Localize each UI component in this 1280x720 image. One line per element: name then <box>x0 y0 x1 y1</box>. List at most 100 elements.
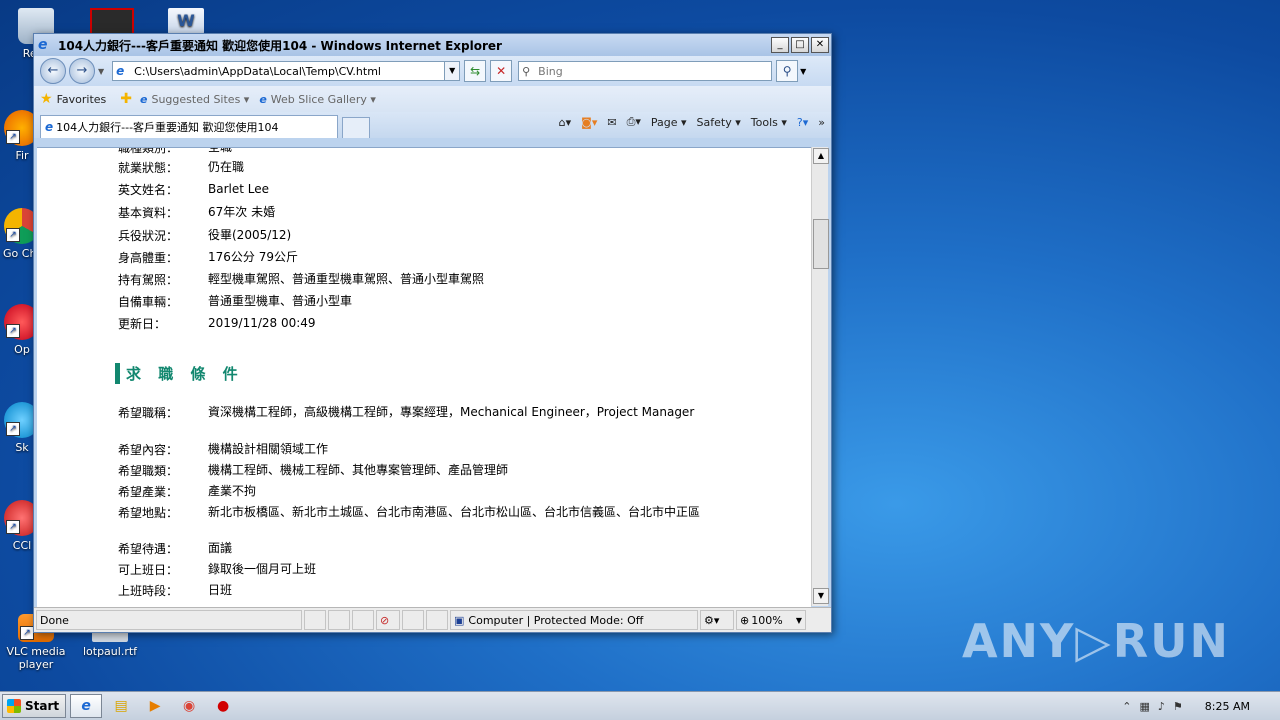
tab-page-icon: e <box>45 120 54 134</box>
address-input[interactable]: C:\Users\admin\AppData\Local\Temp\CV.htm… <box>134 65 444 78</box>
computer-zone-icon: ▣ <box>454 613 465 627</box>
taskbar-chrome-icon[interactable]: ◉ <box>174 695 204 717</box>
close-button[interactable]: ✕ <box>811 37 829 53</box>
row-label: 身高體重： <box>118 251 179 265</box>
taskbar: Start e ▤ ▶ ◉ ● ⌃ ▦ ♪ ⚑ 8:25 AM <box>0 691 1280 720</box>
row-value: 役畢(2005/12) <box>208 228 292 242</box>
zoom-level: 100% <box>751 613 783 627</box>
protected-mode-icon[interactable]: ⚙▾ <box>700 610 734 630</box>
back-button[interactable]: ← <box>40 58 66 84</box>
maximize-button[interactable]: □ <box>791 37 809 53</box>
row-value: 資深機構工程師，高級機構工程師，專案經理，Mechanical Engineer… <box>208 405 695 419</box>
window-title: 104人力銀行---客戶重要通知 歡迎您使用104 - Windows Inte… <box>58 38 502 53</box>
search-options-icon[interactable]: ▼ <box>800 67 806 76</box>
status-text: Done <box>36 610 302 630</box>
zoom-icon: ⊕ <box>740 613 750 627</box>
title-bar[interactable]: e 104人力銀行---客戶重要通知 歡迎您使用104 - Windows In… <box>34 34 831 56</box>
ie-window[interactable]: e 104人力銀行---客戶重要通知 歡迎您使用104 - Windows In… <box>33 33 832 633</box>
profile-row: 就業狀態： 仍在職 <box>118 159 738 176</box>
row-value: 機構設計相關領域工作 <box>208 442 329 456</box>
address-dropdown-icon[interactable]: ▼ <box>444 62 460 80</box>
web-slice-gallery-link[interactable]: Web Slice Gallery ▾ <box>271 93 376 106</box>
search-button[interactable]: ⚲ <box>776 60 799 82</box>
status-segment <box>328 610 350 630</box>
job-condition-row: 希望內容： 機構設計相關領域工作 <box>118 441 738 458</box>
row-label: 持有駕照： <box>118 273 179 287</box>
section-title: 求 職 條 件 <box>115 363 244 384</box>
add-favorite-icon[interactable]: ✚ <box>120 91 132 107</box>
read-mail-icon[interactable]: ✉ <box>607 116 616 129</box>
scroll-thumb[interactable] <box>813 219 829 269</box>
job-condition-row: 上班時段： 日班 <box>118 582 738 599</box>
profile-row: 更新日： 2019/11/28 00:49 <box>118 315 738 332</box>
taskbar-avast-icon[interactable]: ● <box>208 695 238 717</box>
profile-row: 自備車輛： 普通重型機車、普通小型車 <box>118 293 738 310</box>
suggested-sites-link[interactable]: Suggested Sites ▾ <box>151 93 249 106</box>
new-tab-button[interactable] <box>342 117 370 138</box>
help-icon[interactable]: ?▾ <box>797 116 808 129</box>
zoom-dropdown-icon: ▼ <box>795 615 802 625</box>
search-box[interactable]: ⚲ Bing <box>518 61 773 81</box>
favorites-star-icon[interactable]: ★ <box>40 91 53 107</box>
search-icon: ⚲ <box>522 64 531 78</box>
windows-logo-icon <box>7 699 21 713</box>
profile-row: 英文姓名： Barlet Lee <box>118 181 738 198</box>
row-label: 可上班日： <box>118 563 179 577</box>
minimize-button[interactable]: _ <box>771 37 789 53</box>
zoom-control[interactable]: ⊕ 100% ▼ <box>736 610 806 630</box>
volume-icon[interactable]: ♪ <box>1158 700 1165 713</box>
stop-button[interactable]: ✕ <box>490 60 513 82</box>
row-value: 輕型機車駕照、普通重型機車駕照、普通小型車駕照 <box>208 272 485 286</box>
taskbar-explorer-icon[interactable]: ▤ <box>106 695 136 717</box>
page-content: 職種類別： 全職 就業狀態： 仍在職 英文姓名： Barlet Lee 基本資料： 67年… <box>37 147 811 607</box>
page-menu[interactable]: Page ▾ <box>651 116 687 129</box>
word-document-icon: W <box>168 8 204 34</box>
row-value: 67年次 未婚 <box>208 205 276 219</box>
show-hidden-icons-icon[interactable]: ⌃ <box>1122 700 1131 713</box>
ie-logo-icon: e <box>38 37 48 53</box>
row-label: 英文姓名： <box>118 183 179 197</box>
job-condition-row: 可上班日： 錄取後一個月可上班 <box>118 561 738 578</box>
row-value: 機構工程師、機械工程師、其他專案管理師、產品管理師 <box>208 463 509 477</box>
row-label: 希望地點： <box>118 506 179 520</box>
print-icon[interactable]: ⎙▾ <box>627 115 641 129</box>
tools-menu[interactable]: Tools ▾ <box>751 116 787 129</box>
scroll-down-arrow-icon[interactable]: ▼ <box>813 588 829 604</box>
navigation-bar: ← → ▼ e C:\Users\admin\AppData\Local\Tem… <box>34 56 831 86</box>
status-segment <box>352 610 374 630</box>
clock[interactable]: 8:25 AM <box>1205 700 1250 713</box>
status-segment <box>402 610 424 630</box>
search-input[interactable]: Bing <box>538 65 563 78</box>
forward-button[interactable]: → <box>69 58 95 84</box>
web-slice-icon: e <box>259 92 267 106</box>
safety-menu[interactable]: Safety ▾ <box>697 116 741 129</box>
refresh-button[interactable]: ⇆ <box>464 60 487 82</box>
security-zone[interactable]: ▣ Computer | Protected Mode: Off <box>450 610 698 630</box>
start-button[interactable]: Start <box>2 694 67 718</box>
feeds-icon[interactable]: ◙▾ <box>581 116 597 129</box>
history-dropdown-icon[interactable]: ▼ <box>98 67 104 76</box>
action-center-flag-icon[interactable]: ⚑ <box>1173 700 1183 713</box>
profile-row: 身高體重： 176公分 79公斤 <box>118 249 738 266</box>
job-condition-row: 希望地點： 新北市板橋區、新北市土城區、台北市南港區、台北市松山區、台北市信義區、… <box>118 504 738 521</box>
network-icon[interactable]: ▦ <box>1139 700 1149 713</box>
status-bar: Done ⊘ ▣ Computer | Protected Mode: Off … <box>34 607 831 632</box>
address-bar[interactable]: e C:\Users\admin\AppData\Local\Temp\CV.h… <box>112 61 461 81</box>
home-icon[interactable]: ⌂▾ <box>559 116 572 129</box>
scroll-up-arrow-icon[interactable]: ▲ <box>813 148 829 164</box>
taskbar-ie-icon[interactable]: e <box>70 694 103 718</box>
favorites-button[interactable]: Favorites <box>57 93 107 106</box>
job-condition-row: 希望待遇： 面議 <box>118 540 738 557</box>
security-zone-text: Computer | Protected Mode: Off <box>468 613 644 627</box>
row-label: 希望職稱： <box>118 406 179 420</box>
start-label: Start <box>25 699 60 713</box>
taskbar-media-player-icon[interactable]: ▶ <box>140 695 170 717</box>
row-value: 面議 <box>208 541 233 555</box>
row-label: 上班時段： <box>118 584 179 598</box>
more-commands-icon[interactable]: » <box>818 116 825 129</box>
vertical-scrollbar[interactable]: ▲ ▼ <box>811 147 829 606</box>
job-condition-row: 希望職稱： 資深機構工程師，高級機構工程師，專案經理，Mechanical Eng… <box>118 404 738 421</box>
row-value: 產業不拘 <box>208 484 257 498</box>
privacy-icon[interactable]: ⊘ <box>376 610 400 630</box>
tab-current[interactable]: e 104人力銀行---客戶重要通知 歡迎您使用104 <box>40 115 338 138</box>
